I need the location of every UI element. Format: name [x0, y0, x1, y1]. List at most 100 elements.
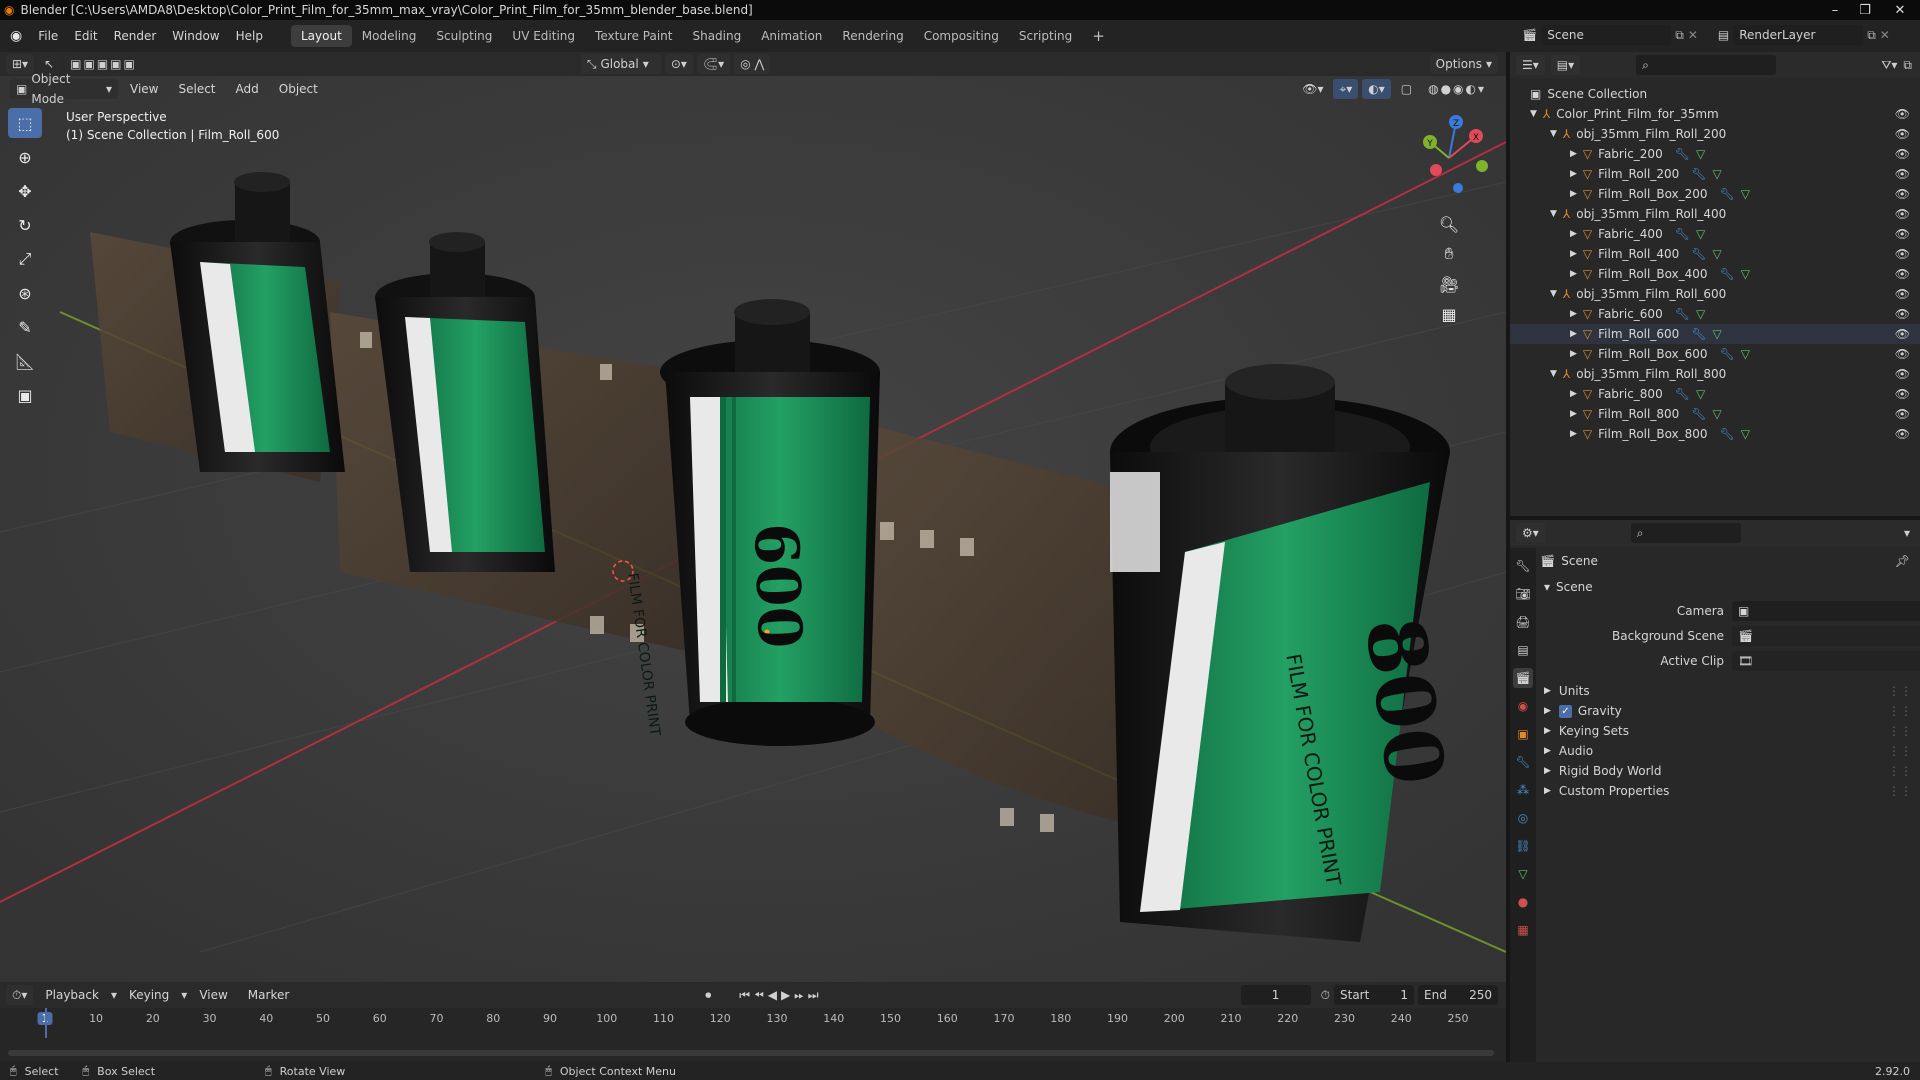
snap-icon[interactable]: 🧲︎▾	[696, 54, 731, 74]
visibility-eye-icon[interactable]: 👁︎	[1895, 187, 1910, 201]
3d-viewport[interactable]: FILM FOR COLOR PRINT 600 FILM FOR COLOR …	[0, 52, 1506, 982]
expand-right-icon[interactable]: ▶	[1570, 429, 1577, 439]
expand-right-icon[interactable]: ▶	[1570, 229, 1577, 239]
outliner-item[interactable]: ▶ ▽ Film_Roll_200 🔧︎ ▽ 👁︎	[1510, 164, 1920, 184]
clock-icon[interactable]: ⏱︎	[1321, 988, 1330, 1003]
drag-handle-icon[interactable]: ⋮⋮	[1888, 724, 1912, 738]
visibility-eye-icon[interactable]: 👁︎	[1895, 307, 1910, 321]
viewport-menu-view[interactable]: View	[122, 82, 166, 96]
outliner-item[interactable]: ▶ ▽ Film_Roll_Box_400 🔧︎ ▽ 👁︎	[1510, 264, 1920, 284]
tab-animation[interactable]: Animation	[751, 25, 832, 47]
timeline-menu-marker[interactable]: Marker	[240, 988, 297, 1002]
texture-tab-icon[interactable]: ▦	[1513, 920, 1533, 940]
pin-icon[interactable]: 📌︎	[1895, 554, 1910, 568]
scale-tool-icon[interactable]: ⤢	[8, 244, 42, 274]
visibility-eye-icon[interactable]: 👁︎	[1895, 127, 1910, 141]
modifier-icon[interactable]: 🔧︎	[1675, 147, 1690, 161]
visibility-eye-icon[interactable]: 👁︎	[1895, 387, 1910, 401]
xray-toggle-icon[interactable]: ▢	[1395, 79, 1418, 99]
modifier-icon[interactable]: 🔧︎	[1675, 227, 1690, 241]
properties-editor-type-icon[interactable]: ⚙▾	[1516, 523, 1545, 543]
menu-file[interactable]: File	[30, 20, 66, 52]
expand-right-icon[interactable]: ▶	[1570, 329, 1577, 339]
outliner-item[interactable]: ▶ ▽ Film_Roll_Box_200 🔧︎ ▽ 👁︎	[1510, 184, 1920, 204]
gravity-checkbox[interactable]: ✓	[1558, 704, 1572, 718]
expand-right-icon[interactable]: ▶	[1570, 349, 1577, 359]
current-frame-field[interactable]: 1	[1240, 985, 1311, 1005]
blender-menu-icon[interactable]: ◉	[0, 28, 30, 44]
display-mode-icon[interactable]: ▤▾	[1550, 55, 1581, 75]
scene-panel-header[interactable]: ▾ Scene	[1540, 576, 1918, 598]
modifier-icon[interactable]: 🔧︎	[1720, 187, 1735, 201]
outliner-item[interactable]: ▶ ▽ Film_Roll_400 🔧︎ ▽ 👁︎	[1510, 244, 1920, 264]
select-box-tool-icon[interactable]: ⬚	[8, 108, 42, 138]
mesh-data-icon[interactable]: ▽	[1696, 147, 1705, 161]
ortho-toggle-icon[interactable]: ▦	[1432, 299, 1466, 329]
view-layer-field[interactable]: RenderLayer	[1733, 25, 1864, 45]
tab-shading[interactable]: Shading	[682, 25, 751, 47]
object-tab-icon[interactable]: ▣	[1513, 724, 1533, 744]
mesh-data-icon[interactable]: ▽	[1696, 227, 1705, 241]
outliner-item[interactable]: ▶ ▽ Film_Roll_Box_800 🔧︎ ▽ 👁︎	[1510, 424, 1920, 444]
menu-help[interactable]: Help	[228, 20, 271, 52]
mesh-data-icon[interactable]: ▽	[1741, 347, 1750, 361]
filter-icon[interactable]: ⛛▾	[1881, 58, 1897, 73]
modifier-icon[interactable]: 🔧︎	[1720, 347, 1735, 361]
timeline-menu-playback[interactable]: Playback	[37, 988, 107, 1002]
constraints-tab-icon[interactable]: ⛓︎	[1513, 836, 1533, 856]
mesh-data-icon[interactable]: ▽	[1713, 247, 1722, 261]
visibility-eye-icon[interactable]: 👁︎	[1895, 427, 1910, 441]
tab-texture-paint[interactable]: Texture Paint	[585, 25, 682, 47]
outliner-item[interactable]: ▼ ⅄ obj_35mm_Film_Roll_800 👁︎	[1510, 364, 1920, 384]
mesh-data-icon[interactable]: ▽	[1713, 407, 1722, 421]
world-tab-icon[interactable]: ◉	[1513, 696, 1533, 716]
modifier-icon[interactable]: 🔧︎	[1720, 427, 1735, 441]
expand-right-icon[interactable]: ▶	[1570, 149, 1577, 159]
axis-gizmo[interactable]: Z X Y	[1404, 110, 1494, 200]
gizmo-toggle-icon[interactable]: ⌖▾	[1333, 79, 1359, 99]
view-layer-tab-icon[interactable]: ▤	[1513, 640, 1533, 660]
visibility-eye-icon[interactable]: 👁︎	[1895, 267, 1910, 281]
viewport-menu-object[interactable]: Object	[271, 82, 326, 96]
background-scene-field[interactable]: 🎬︎	[1732, 626, 1920, 646]
outliner-editor-type-icon[interactable]: ☰▾	[1516, 55, 1545, 75]
visibility-eye-icon[interactable]: 👁︎	[1895, 287, 1910, 301]
jump-end-icon[interactable]: ⏭︎	[808, 988, 819, 1003]
expand-down-icon[interactable]: ▼	[1550, 289, 1557, 299]
modifier-icon[interactable]: 🔧︎	[1691, 247, 1706, 261]
scene-tab-icon[interactable]: 🎬︎	[1513, 668, 1533, 688]
visibility-eye-icon[interactable]: 👁︎	[1895, 147, 1910, 161]
property-section-custom-properties[interactable]: ▶ Custom Properties ⋮⋮	[1540, 780, 1918, 802]
properties-search-input[interactable]: ⌕	[1630, 523, 1741, 543]
data-tab-icon[interactable]: ▽	[1513, 864, 1533, 884]
tab-sculpting[interactable]: Sculpting	[426, 25, 502, 47]
outliner-search-input[interactable]: ⌕	[1636, 55, 1777, 75]
modifier-icon[interactable]: 🔧︎	[1691, 167, 1706, 181]
minimize-button[interactable]: –	[1820, 0, 1850, 20]
outliner-item[interactable]: ▼ ⅄ obj_35mm_Film_Roll_400 👁︎	[1510, 204, 1920, 224]
material-tab-icon[interactable]: ●	[1513, 892, 1533, 912]
property-section-rigid-body-world[interactable]: ▶ Rigid Body World ⋮⋮	[1540, 760, 1918, 782]
modifier-icon[interactable]: 🔧︎	[1691, 407, 1706, 421]
mesh-data-icon[interactable]: ▽	[1713, 167, 1722, 181]
play-reverse-icon[interactable]: ◀	[768, 988, 777, 1002]
outliner-item[interactable]: ▼ ⅄ obj_35mm_Film_Roll_200 👁︎	[1510, 124, 1920, 144]
outliner-item[interactable]: ▶ ▽ Fabric_600 🔧︎ ▽ 👁︎	[1510, 304, 1920, 324]
scene-field[interactable]: Scene	[1541, 25, 1672, 45]
delete-scene-icon[interactable]: ✕	[1688, 28, 1698, 42]
property-section-units[interactable]: ▶ Units ⋮⋮	[1540, 680, 1918, 702]
zoom-view-icon[interactable]: 🔍︎	[1432, 209, 1466, 239]
rotate-tool-icon[interactable]: ↻	[8, 210, 42, 240]
expand-right-icon[interactable]: ▶	[1570, 269, 1577, 279]
cursor-tool-icon[interactable]: ⊕	[8, 142, 42, 172]
outliner-item[interactable]: ▶ ▽ Fabric_400 🔧︎ ▽ 👁︎	[1510, 224, 1920, 244]
add-cube-tool-icon[interactable]: ▣	[8, 380, 42, 410]
play-icon[interactable]: ▶	[781, 988, 790, 1002]
viewport-menu-add[interactable]: Add	[228, 82, 267, 96]
outliner-item[interactable]: ▶ ▽ Film_Roll_800 🔧︎ ▽ 👁︎	[1510, 404, 1920, 424]
output-tab-icon[interactable]: 🖨︎	[1513, 612, 1533, 632]
modifier-icon[interactable]: 🔧︎	[1675, 387, 1690, 401]
expand-right-icon[interactable]: ▶	[1570, 169, 1577, 179]
visibility-eye-icon[interactable]: 👁︎	[1895, 107, 1910, 121]
tab-layout[interactable]: Layout	[290, 25, 352, 47]
